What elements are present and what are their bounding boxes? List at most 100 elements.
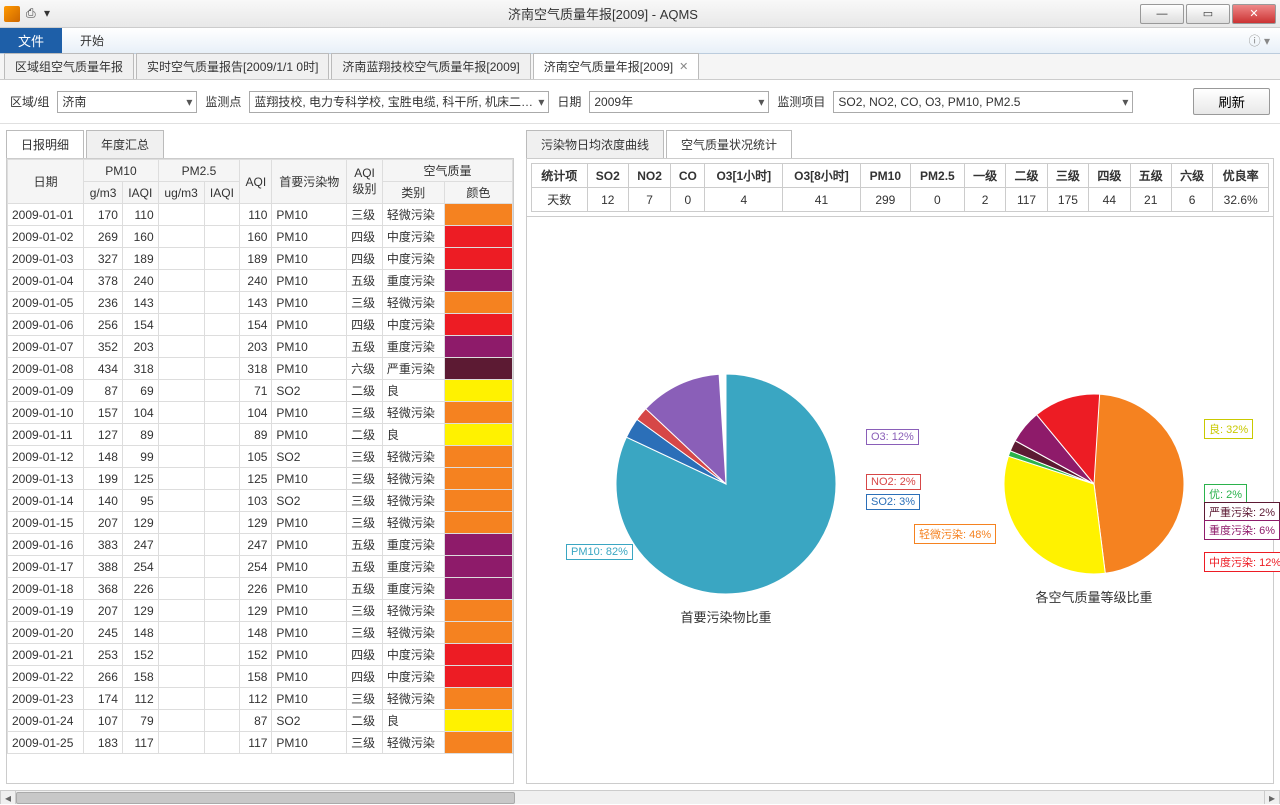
document-tabs: 区域组空气质量年报实时空气质量报告[2009/1/1 0时]济南蓝翔技校空气质量…: [0, 54, 1280, 80]
table-row[interactable]: 2009-01-17388254254PM10五级重度污染: [8, 556, 513, 578]
detail-grid[interactable]: 日期 PM10 PM2.5 AQI 首要污染物 AQI级别 空气质量 g/m3 …: [6, 159, 514, 784]
scroll-right-icon[interactable]: ▸: [1264, 791, 1280, 804]
qat-item[interactable]: ⎙: [26, 6, 42, 22]
col-pm25[interactable]: PM2.5: [158, 160, 240, 182]
pie-label: NO2: 2%: [866, 474, 921, 490]
refresh-button[interactable]: 刷新: [1193, 88, 1270, 115]
tab-close-icon[interactable]: ✕: [679, 60, 688, 73]
stats-header[interactable]: 五级: [1130, 164, 1171, 188]
stats-header[interactable]: NO2: [629, 164, 671, 188]
stats-header[interactable]: 一级: [964, 164, 1005, 188]
col-primary[interactable]: 首要污染物: [272, 160, 347, 204]
col-pm10-g[interactable]: g/m3: [84, 182, 123, 204]
document-tab[interactable]: 济南蓝翔技校空气质量年报[2009]: [331, 53, 530, 79]
table-row[interactable]: 2009-01-22266158158PM10四级中度污染: [8, 666, 513, 688]
table-row[interactable]: 2009-01-25183117117PM10三级轻微污染: [8, 732, 513, 754]
window-title: 济南空气质量年报[2009] - AQMS: [66, 4, 1140, 23]
col-pm10[interactable]: PM10: [84, 160, 158, 182]
table-row[interactable]: 2009-01-23174112112PM10三级轻微污染: [8, 688, 513, 710]
col-pm25-ug[interactable]: ug/m3: [158, 182, 204, 204]
stats-header[interactable]: 优良率: [1213, 164, 1269, 188]
tab-stats[interactable]: 空气质量状况统计: [666, 130, 792, 158]
left-subtabs: 日报明细 年度汇总: [6, 130, 514, 159]
ribbon-start-tab[interactable]: 开始: [62, 28, 122, 53]
region-label: 区域/组: [10, 93, 49, 110]
document-tab[interactable]: 济南空气质量年报[2009]✕: [533, 53, 700, 79]
stats-header[interactable]: CO: [671, 164, 705, 188]
table-row[interactable]: 2009-01-20245148148PM10三级轻微污染: [8, 622, 513, 644]
table-row[interactable]: 2009-01-06256154154PM10四级中度污染: [8, 314, 513, 336]
minimize-button[interactable]: —: [1140, 4, 1184, 24]
col-aqi-level[interactable]: AQI级别: [347, 160, 383, 204]
maximize-button[interactable]: ▭: [1186, 4, 1230, 24]
stats-table[interactable]: 统计项SO2NO2COO3[1小时]O3[8小时]PM10PM2.5一级二级三级…: [531, 163, 1269, 212]
pie-title: 各空气质量等级比重: [1004, 587, 1184, 606]
stats-header[interactable]: PM10: [860, 164, 910, 188]
table-row[interactable]: 2009-01-04378240240PM10五级重度污染: [8, 270, 513, 292]
stats-header[interactable]: 四级: [1089, 164, 1130, 188]
table-row[interactable]: 2009-01-241077987SO2二级良: [8, 710, 513, 732]
date-combo[interactable]: 2009年: [589, 91, 769, 113]
filter-bar: 区域/组 济南 监测点 蓝翔技校, 电力专科学校, 宝胜电缆, 科干所, 机床二…: [0, 80, 1280, 124]
pie-chart: [616, 374, 836, 594]
document-tab[interactable]: 实时空气质量报告[2009/1/1 0时]: [136, 53, 329, 79]
item-combo[interactable]: SO2, NO2, CO, O3, PM10, PM2.5: [833, 91, 1133, 113]
table-row[interactable]: 2009-01-03327189189PM10四级中度污染: [8, 248, 513, 270]
col-pm10-i[interactable]: IAQI: [122, 182, 158, 204]
table-row[interactable]: 2009-01-13199125125PM10三级轻微污染: [8, 468, 513, 490]
table-row[interactable]: 2009-01-08434318318PM10六级严重污染: [8, 358, 513, 380]
tab-curve[interactable]: 污染物日均浓度曲线: [526, 130, 664, 158]
ribbon-file-tab[interactable]: 文件: [0, 28, 62, 53]
table-row[interactable]: 2009-01-10157104104PM10三级轻微污染: [8, 402, 513, 424]
tab-detail[interactable]: 日报明细: [6, 130, 84, 158]
pie-label: 严重污染: 2%: [1204, 502, 1280, 522]
scroll-thumb[interactable]: [16, 792, 515, 804]
stats-header[interactable]: 二级: [1006, 164, 1047, 188]
table-row[interactable]: 2009-01-01170110110PM10三级轻微污染: [8, 204, 513, 226]
col-quality[interactable]: 空气质量: [382, 160, 512, 182]
document-tab[interactable]: 区域组空气质量年报: [4, 53, 134, 79]
station-combo[interactable]: 蓝翔技校, 电力专科学校, 宝胜电缆, 科干所, 机床二…: [249, 91, 549, 113]
table-row[interactable]: 2009-01-18368226226PM10五级重度污染: [8, 578, 513, 600]
tab-summary[interactable]: 年度汇总: [86, 130, 164, 158]
pie-label: 重度污染: 6%: [1204, 520, 1280, 540]
region-combo[interactable]: 济南: [57, 91, 197, 113]
table-row[interactable]: 2009-01-19207129129PM10三级轻微污染: [8, 600, 513, 622]
ribbon-help-icon[interactable]: ⓘ ▾: [1249, 28, 1280, 53]
col-date[interactable]: 日期: [8, 160, 84, 204]
table-row[interactable]: 2009-01-1414095103SO2三级轻微污染: [8, 490, 513, 512]
table-row[interactable]: 2009-01-07352203203PM10五级重度污染: [8, 336, 513, 358]
qat-dropdown-icon[interactable]: ▾: [44, 6, 60, 22]
stats-header[interactable]: PM2.5: [910, 164, 964, 188]
stats-header[interactable]: 三级: [1047, 164, 1088, 188]
col-color[interactable]: 颜色: [444, 182, 512, 204]
pie-label: 中度污染: 12%: [1204, 552, 1280, 572]
table-row[interactable]: 2009-01-05236143143PM10三级轻微污染: [8, 292, 513, 314]
stats-header[interactable]: 统计项: [532, 164, 588, 188]
pie-label: PM10: 82%: [566, 544, 633, 560]
table-row[interactable]: 2009-01-15207129129PM10三级轻微污染: [8, 512, 513, 534]
col-pm25-i[interactable]: IAQI: [204, 182, 240, 204]
title-bar: ⎙ ▾ 济南空气质量年报[2009] - AQMS — ▭ ✕: [0, 0, 1280, 28]
stats-header[interactable]: O3[1小时]: [705, 164, 783, 188]
table-row[interactable]: 2009-01-09876971SO2二级良: [8, 380, 513, 402]
horizontal-scrollbar[interactable]: ◂ ▸: [0, 790, 1280, 804]
item-label: 监测项目: [777, 93, 825, 110]
stats-header[interactable]: O3[8小时]: [783, 164, 861, 188]
pie-label: 优: 2%: [1204, 484, 1247, 504]
table-row[interactable]: 2009-01-1214899105SO2三级轻微污染: [8, 446, 513, 468]
ribbon: 文件 开始 ⓘ ▾: [0, 28, 1280, 54]
pie-title: 首要污染物比重: [616, 607, 836, 626]
table-row[interactable]: 2009-01-21253152152PM10四级中度污染: [8, 644, 513, 666]
stats-header[interactable]: 六级: [1171, 164, 1212, 188]
table-row[interactable]: 2009-01-111278989PM10二级良: [8, 424, 513, 446]
col-category[interactable]: 类别: [382, 182, 444, 204]
table-row[interactable]: 2009-01-02269160160PM10四级中度污染: [8, 226, 513, 248]
scroll-left-icon[interactable]: ◂: [0, 791, 16, 804]
table-row[interactable]: 2009-01-16383247247PM10五级重度污染: [8, 534, 513, 556]
pie-label: 良: 32%: [1204, 419, 1253, 439]
close-button[interactable]: ✕: [1232, 4, 1276, 24]
col-aqi[interactable]: AQI: [240, 160, 272, 204]
stats-header[interactable]: SO2: [587, 164, 628, 188]
pie-label: O3: 12%: [866, 429, 919, 445]
